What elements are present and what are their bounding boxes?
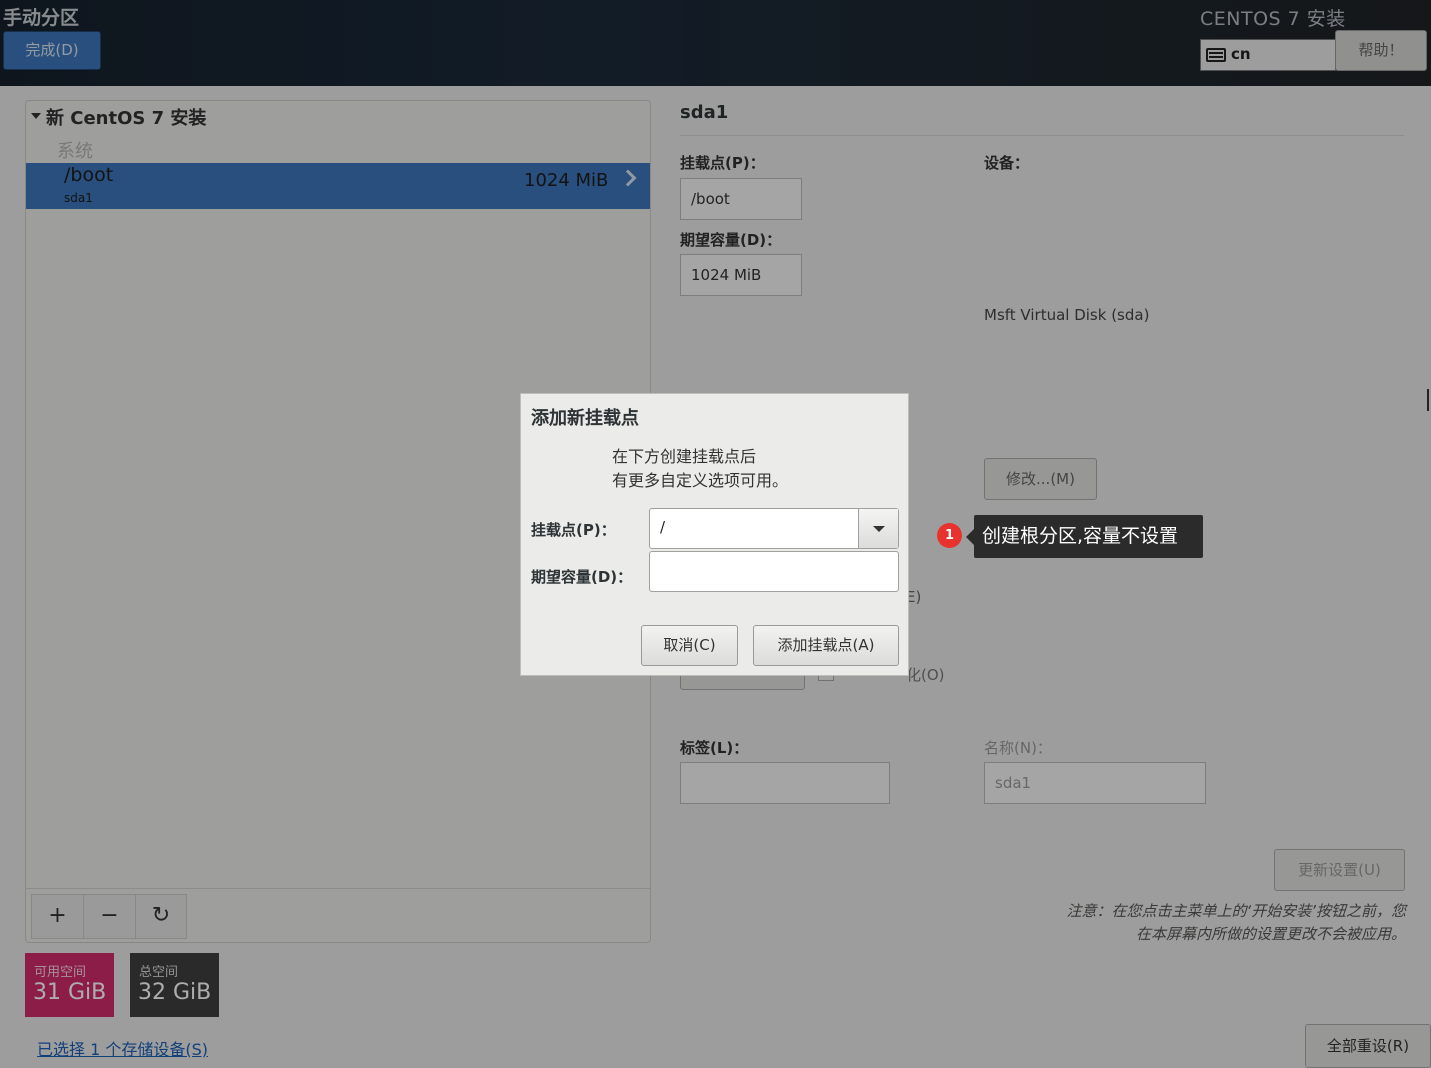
chevron-down-icon: [873, 526, 885, 532]
dialog-mount-label: 挂载点(P)：: [531, 521, 616, 539]
dialog-desc-line-2: 有更多自定义选项可用。: [612, 471, 789, 490]
step-number-badge: 1: [937, 523, 962, 548]
dialog-title: 添加新挂载点: [531, 408, 639, 429]
annotation-tooltip: 创建根分区,容量不设置: [966, 515, 1203, 558]
dropdown-button[interactable]: [858, 509, 898, 548]
dialog-capacity-label: 期望容量(D)：: [531, 568, 633, 586]
add-mount-point-dialog: 添加新挂载点 在下方创建挂载点后 有更多自定义选项可用。 挂载点(P)： / 期…: [520, 393, 909, 676]
mount-point-value[interactable]: /: [660, 518, 665, 536]
text-cursor-icon: [1427, 389, 1431, 411]
desired-capacity-input[interactable]: [649, 551, 899, 592]
add-mount-point-button[interactable]: 添加挂载点(A): [753, 625, 899, 666]
mount-point-combobox[interactable]: /: [649, 508, 899, 549]
dialog-desc-line-1: 在下方创建挂载点后: [612, 447, 757, 466]
dialog-description: 在下方创建挂载点后 有更多自定义选项可用。: [612, 445, 788, 493]
cancel-button[interactable]: 取消(C): [641, 625, 738, 666]
